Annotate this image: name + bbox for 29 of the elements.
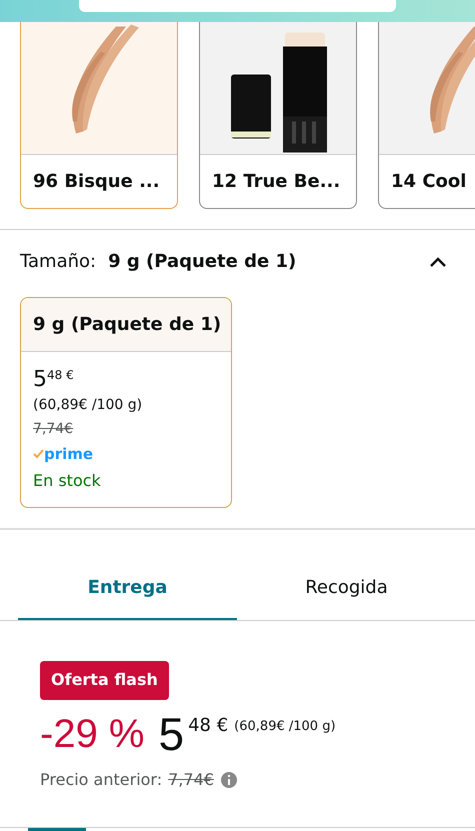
check-icon [33, 449, 44, 460]
swatch-card[interactable]: 12 True Be... [199, 22, 357, 209]
discount-percent: -29 % [40, 710, 144, 758]
tab-indicator [28, 828, 86, 831]
swatch-label: 12 True Be... [211, 170, 342, 194]
swatch-label: 96 Bisque ... [32, 170, 161, 194]
unit-price: (60,89€ /100 g) [33, 396, 144, 415]
price-fraction: 48 € [47, 368, 74, 382]
prime-label: prime [44, 444, 94, 465]
previous-price-label: Precio anterior: [40, 768, 162, 790]
price-whole: 5 [33, 368, 47, 392]
price-whole: 5 [158, 708, 184, 760]
unit-price: (60,89€ /100 g) [234, 718, 336, 736]
previous-price: 7,74€ [168, 768, 214, 790]
size-value: 9 g (Paquete de 1) [108, 250, 296, 274]
search-field[interactable] [79, 0, 396, 12]
delivery-tab[interactable]: Entrega [18, 568, 237, 620]
delivery-tab[interactable]: Recogida [237, 568, 456, 620]
flash-deal-badge: Oferta flash [40, 660, 169, 700]
swatch-card[interactable]: 14 Cool [378, 22, 475, 209]
swatch-label: 14 Cool [390, 170, 468, 194]
chevron-up-icon[interactable] [429, 256, 447, 268]
size-label: Tamaño: [20, 250, 96, 274]
price-fraction: 48 € [188, 714, 228, 738]
size-option-title: 9 g (Paquete de 1) [21, 298, 231, 352]
swatch-card[interactable]: 96 Bisque ... [20, 22, 178, 209]
list-price: 7,74€ [33, 420, 74, 439]
info-icon[interactable] [220, 770, 238, 788]
stock-status: En stock [33, 470, 102, 492]
